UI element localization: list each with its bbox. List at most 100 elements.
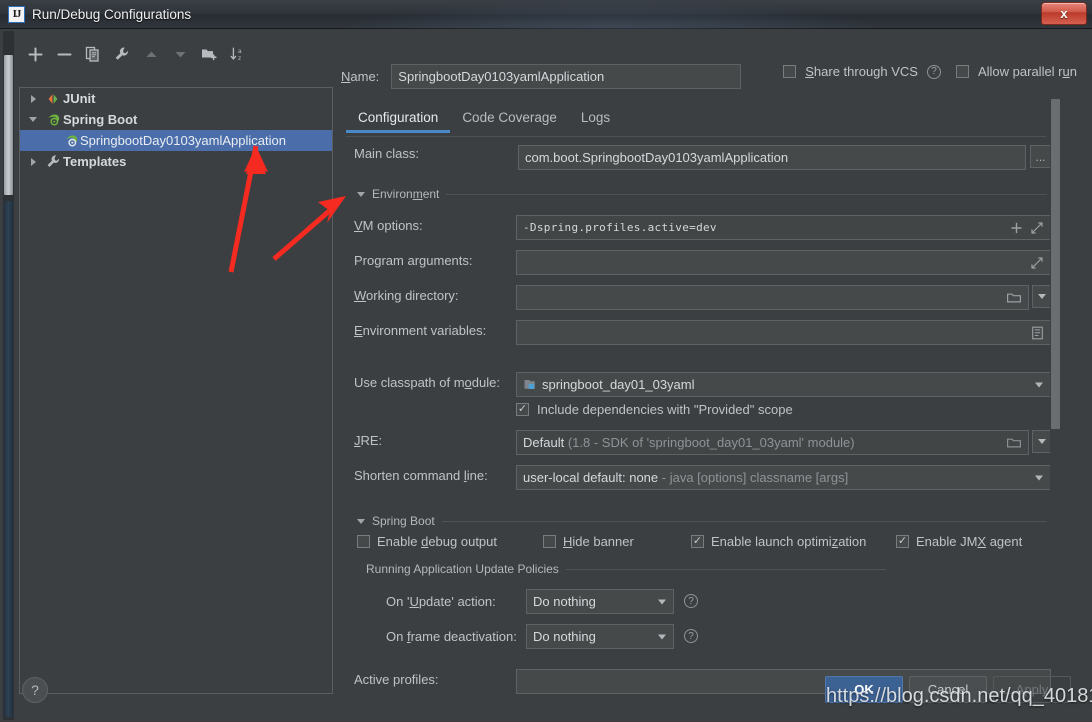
spring-boot-icon: [43, 113, 63, 127]
configurations-tree[interactable]: JUnit Spring Boot SpringbootDay0103yamlA…: [19, 87, 333, 694]
spring-boot-section-header[interactable]: Spring Boot: [357, 514, 1047, 528]
tab-label: Configuration: [358, 110, 439, 125]
enable-debug-output-checkbox[interactable]: [357, 535, 370, 548]
on-update-action-question-mark-icon[interactable]: ?: [684, 594, 698, 608]
enable-launch-optimization-label[interactable]: Enable launch optimization: [711, 534, 866, 549]
chevron-down-icon[interactable]: [23, 117, 43, 122]
add-configuration-button[interactable]: [22, 42, 48, 66]
enable-launch-optimization-checkbox[interactable]: [691, 535, 704, 548]
vm-options-label: VM options:: [354, 218, 423, 233]
program-arguments-input[interactable]: [516, 250, 1051, 275]
configuration-form: Main class: com.boot.SpringbootDay0103ya…: [346, 139, 1066, 694]
share-through-vcs-checkbox[interactable]: [783, 65, 797, 78]
tree-item-label: JUnit: [63, 91, 96, 106]
allow-parallel-run-checkbox[interactable]: [955, 65, 969, 78]
folder-icon[interactable]: [1007, 437, 1021, 449]
configuration-panel-scrollbar[interactable]: [1050, 99, 1061, 659]
tree-item-junit[interactable]: JUnit: [20, 88, 332, 109]
jre-dropdown-button[interactable]: [1032, 430, 1051, 453]
jre-row: JRE:: [354, 433, 382, 448]
on-frame-deactivation-question-mark-icon[interactable]: ?: [684, 629, 698, 643]
include-provided-checkbox[interactable]: [516, 403, 529, 416]
working-directory-dropdown-button[interactable]: [1032, 285, 1051, 308]
window-edge-scrollbar[interactable]: [3, 31, 14, 720]
program-arguments-expand-icon[interactable]: [1031, 256, 1043, 269]
module-icon: [523, 378, 536, 391]
vm-options-row: VM options:: [354, 218, 423, 233]
title-bar-glow: [330, 0, 890, 29]
on-update-action-label: On 'Update' action:: [386, 594, 496, 609]
include-provided-label[interactable]: Include dependencies with "Provided" sco…: [537, 402, 793, 417]
classpath-module-label: Use classpath of module:: [354, 375, 500, 390]
hide-banner-checkbox[interactable]: [543, 535, 556, 548]
cancel-button-label: Cancel: [927, 682, 969, 697]
share-vcs-question-mark-icon[interactable]: ?: [926, 64, 941, 79]
ok-button[interactable]: OK: [825, 676, 903, 703]
scrollbar-thumb[interactable]: [4, 55, 13, 195]
enable-launch-optimization-row: Enable launch optimization: [691, 534, 866, 549]
classpath-module-combobox[interactable]: springboot_day01_03yaml: [516, 372, 1051, 397]
vm-options-expand-icon[interactable]: [1031, 221, 1043, 234]
chevron-down-icon[interactable]: [658, 599, 666, 604]
on-frame-deactivation-combobox[interactable]: Do nothing: [526, 624, 674, 649]
active-profiles-label: Active profiles:: [354, 672, 439, 687]
jre-combobox[interactable]: Default (1.8 - SDK of 'springboot_day01_…: [516, 430, 1029, 455]
main-class-input[interactable]: com.boot.SpringbootDay0103yamlApplicatio…: [518, 145, 1026, 170]
include-provided-row: Include dependencies with "Provided" sco…: [516, 402, 793, 417]
configuration-tabs: Configuration Code Coverage Logs: [346, 106, 622, 137]
list-edit-icon[interactable]: [1032, 326, 1043, 339]
apply-button[interactable]: Apply: [993, 676, 1071, 703]
new-folder-button[interactable]: [196, 42, 222, 66]
move-down-button[interactable]: [167, 42, 193, 66]
environment-variables-input[interactable]: [516, 320, 1051, 345]
help-button[interactable]: ?: [22, 677, 48, 703]
sort-configurations-button[interactable]: a z: [225, 42, 251, 66]
jre-hint: (1.8 - SDK of 'springboot_day01_03yaml' …: [567, 435, 855, 450]
tab-configuration[interactable]: Configuration: [346, 106, 451, 133]
chevron-down-icon[interactable]: [1035, 382, 1043, 387]
move-up-button[interactable]: [138, 42, 164, 66]
apply-button-label: Apply: [1015, 682, 1049, 697]
on-update-action-row: On 'Update' action:: [386, 594, 496, 609]
scrollbar-track[interactable]: [4, 201, 13, 717]
scrollbar-thumb[interactable]: [1051, 99, 1060, 429]
main-class-browse-button[interactable]: ...: [1030, 145, 1051, 168]
chevron-down-icon: [357, 518, 365, 524]
tab-logs[interactable]: Logs: [569, 106, 622, 133]
cancel-button[interactable]: Cancel: [909, 676, 987, 703]
tree-item-springbootday0103yamlapplication[interactable]: SpringbootDay0103yamlApplication: [20, 130, 332, 151]
update-policies-section-label: Running Application Update Policies: [366, 562, 559, 576]
chevron-down-icon[interactable]: [658, 634, 666, 639]
enable-jmx-agent-label[interactable]: Enable JMX agent: [916, 534, 1022, 549]
run-options-row: Share through VCS ? Allow parallel run: [783, 64, 1077, 79]
vm-options-add-macro-icon[interactable]: [1011, 222, 1022, 233]
name-value: SpringbootDay0103yamlApplication: [398, 69, 605, 84]
working-directory-input[interactable]: [516, 285, 1029, 310]
chevron-down-icon[interactable]: [1035, 475, 1043, 480]
share-through-vcs-label[interactable]: Share through VCS: [805, 64, 918, 79]
remove-configuration-button[interactable]: [51, 42, 77, 66]
tab-code-coverage[interactable]: Code Coverage: [450, 106, 569, 133]
on-update-action-value: Do nothing: [533, 594, 596, 609]
folder-icon[interactable]: [1007, 292, 1021, 304]
vm-options-input[interactable]: -Dspring.profiles.active=dev: [516, 215, 1051, 240]
tree-item-spring-boot[interactable]: Spring Boot: [20, 109, 332, 130]
main-class-value: com.boot.SpringbootDay0103yamlApplicatio…: [525, 150, 789, 165]
enable-debug-output-label[interactable]: Enable debug output: [377, 534, 497, 549]
name-input[interactable]: SpringbootDay0103yamlApplication: [391, 64, 742, 89]
junit-icon: [43, 92, 63, 106]
enable-jmx-agent-row: Enable JMX agent: [896, 534, 1022, 549]
chevron-right-icon[interactable]: [23, 157, 43, 166]
on-update-action-combobox[interactable]: Do nothing: [526, 589, 674, 614]
shorten-command-line-combobox[interactable]: user-local default: none - java [options…: [516, 465, 1051, 490]
svg-text:z: z: [238, 55, 241, 62]
allow-parallel-run-label[interactable]: Allow parallel run: [978, 64, 1077, 79]
hide-banner-label[interactable]: Hide banner: [563, 534, 634, 549]
copy-configuration-button[interactable]: [80, 42, 106, 66]
chevron-right-icon[interactable]: [23, 94, 43, 103]
environment-section-header[interactable]: Environment: [357, 187, 1047, 201]
edit-templates-wrench-button[interactable]: [109, 42, 135, 66]
tree-item-templates[interactable]: Templates: [20, 151, 332, 172]
enable-jmx-agent-checkbox[interactable]: [896, 535, 909, 548]
close-window-button[interactable]: x: [1041, 2, 1087, 25]
